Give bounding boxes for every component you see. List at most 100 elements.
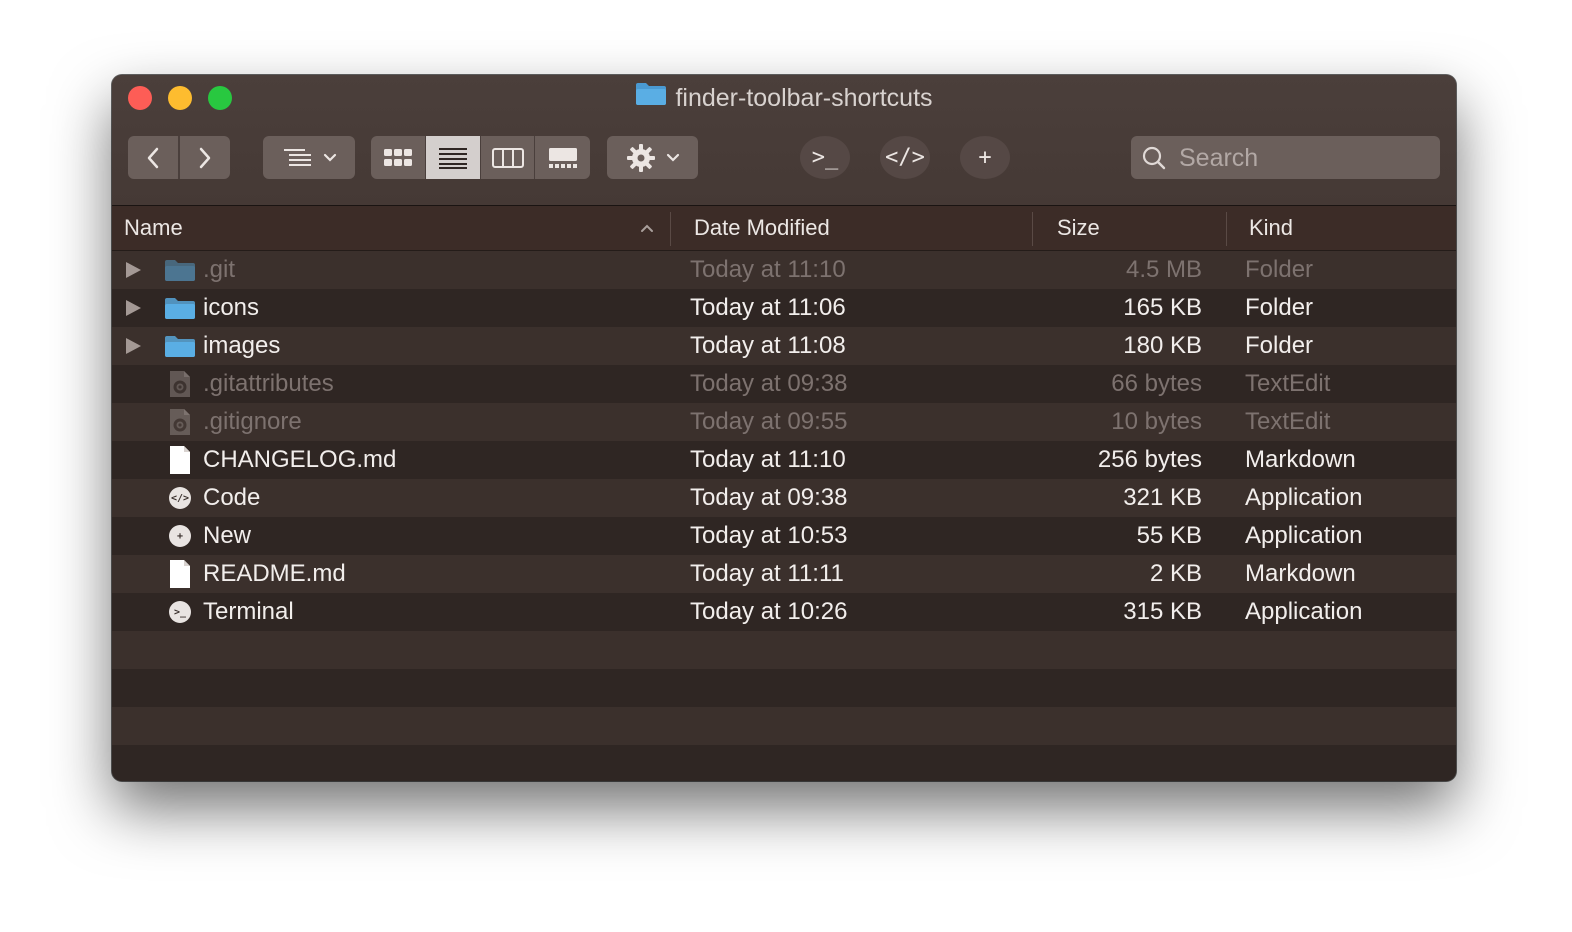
folder-icon [635,81,667,113]
file-kind: Folder [1245,294,1314,321]
grid-icon [384,148,412,166]
config-file-icon [164,409,196,435]
file-row[interactable]: README.md Today at 11:11 2 KB Markdown [112,555,1456,593]
file-kind: Folder [1245,332,1314,359]
column-header-size[interactable]: Size [1057,206,1100,250]
file-date: Today at 11:10 [690,256,846,283]
chevron-down-icon [666,153,679,162]
file-date: Today at 10:53 [690,522,848,549]
file-kind: TextEdit [1245,408,1331,435]
terminal-app-icon: >_ [164,599,196,625]
view-mode-control [371,136,590,179]
column-divider[interactable] [670,212,671,246]
file-size: 315 KB [1123,598,1202,625]
search-input[interactable] [1177,136,1431,181]
group-by-button[interactable] [263,136,355,179]
file-size: 2 KB [1149,560,1202,587]
file-name: images [203,332,281,359]
file-name: Code [203,484,261,511]
column-header-date[interactable]: Date Modified [694,206,830,250]
file-kind: TextEdit [1245,370,1331,397]
folder-icon [164,295,196,321]
navigation-buttons [128,136,230,179]
file-size: 256 bytes [1097,446,1202,473]
chevron-down-icon [323,153,337,162]
disclosure-triangle-icon[interactable] [126,300,141,316]
column-header-name[interactable]: Name [124,206,183,250]
file-name: .git [203,256,236,283]
document-icon [164,446,196,474]
column-divider[interactable] [1226,212,1227,246]
terminal-icon: >_ [811,145,839,170]
file-row[interactable]: >_ Terminal Today at 10:26 315 KB Applicatio… [112,593,1456,631]
empty-row [112,707,1456,745]
file-date: Today at 11:11 [690,560,844,587]
file-row[interactable]: images Today at 11:08 180 KB Folder [112,327,1456,365]
file-date: Today at 10:26 [690,598,848,625]
column-header-kind[interactable]: Kind [1249,206,1293,250]
title-bar: finder-toolbar-shortcuts >_ </> + Search [112,75,1456,206]
column-divider[interactable] [1032,212,1033,246]
file-size: 4.5 MB [1125,256,1202,283]
file-kind: Application [1245,598,1363,625]
search-field[interactable] [1131,136,1440,181]
column-view-button[interactable] [480,136,534,179]
sort-ascending-icon [641,224,653,232]
gear-icon [626,143,655,172]
disclosure-triangle-icon[interactable] [126,262,141,278]
file-size: 10 bytes [1111,408,1202,435]
file-name: New [203,522,252,549]
gallery-icon [548,147,577,168]
list-view-button[interactable] [425,136,480,179]
file-kind: Folder [1245,256,1314,283]
file-row[interactable]: </> Code Today at 09:38 321 KB Application [112,479,1456,517]
file-size: 165 KB [1123,294,1202,321]
empty-row [112,631,1456,669]
file-kind: Application [1245,484,1363,511]
list-icon [439,147,467,169]
new-shortcut-button[interactable]: + [960,136,1010,179]
file-date: Today at 09:38 [690,370,848,397]
file-name: icons [203,294,260,321]
disclosure-triangle-icon[interactable] [126,338,141,354]
column-header-bar: Name Date Modified Size Kind [112,206,1456,251]
file-list: .git Today at 11:10 4.5 MB Folder icons Toda… [112,251,1456,781]
file-size: 180 KB [1123,332,1202,359]
file-kind: Markdown [1245,560,1356,587]
file-name: CHANGELOG.md [203,446,397,473]
file-name: Terminal [203,598,294,625]
config-file-icon [164,371,196,397]
file-date: Today at 11:06 [690,294,846,321]
file-row[interactable]: .gitignore Today at 09:55 10 bytes TextEdit [112,403,1456,441]
chevron-left-icon [147,147,158,168]
code-app-icon: </> [164,485,196,511]
file-row[interactable]: + New Today at 10:53 55 KB Application [112,517,1456,555]
back-button[interactable] [128,136,178,179]
file-size: 55 KB [1136,522,1202,549]
file-row[interactable]: .gitattributes Today at 09:38 66 bytes Text… [112,365,1456,403]
file-date: Today at 11:10 [690,446,846,473]
list-group-icon [284,148,311,166]
code-shortcut-button[interactable]: </> [880,136,930,179]
file-size: 66 bytes [1111,370,1202,397]
file-name: .gitattributes [203,370,334,397]
file-kind: Application [1245,522,1363,549]
file-row[interactable]: .git Today at 11:10 4.5 MB Folder [112,251,1456,289]
code-icon: </> [885,145,925,170]
file-date: Today at 09:55 [690,408,848,435]
forward-button[interactable] [177,136,230,179]
file-name: README.md [203,560,346,587]
file-date: Today at 11:08 [690,332,846,359]
gallery-view-button[interactable] [534,136,590,179]
file-row[interactable]: CHANGELOG.md Today at 11:10 256 bytes Markd… [112,441,1456,479]
window-title-text: finder-toolbar-shortcuts [675,84,933,112]
plus-icon: + [978,145,992,170]
file-name: .gitignore [203,408,302,435]
terminal-shortcut-button[interactable]: >_ [800,136,850,179]
file-kind: Markdown [1245,446,1356,473]
search-icon [1142,146,1166,170]
icon-view-button[interactable] [371,136,425,179]
finder-window: finder-toolbar-shortcuts >_ </> + Search… [112,75,1456,781]
file-row[interactable]: icons Today at 11:06 165 KB Folder [112,289,1456,327]
action-menu-button[interactable] [607,136,698,179]
